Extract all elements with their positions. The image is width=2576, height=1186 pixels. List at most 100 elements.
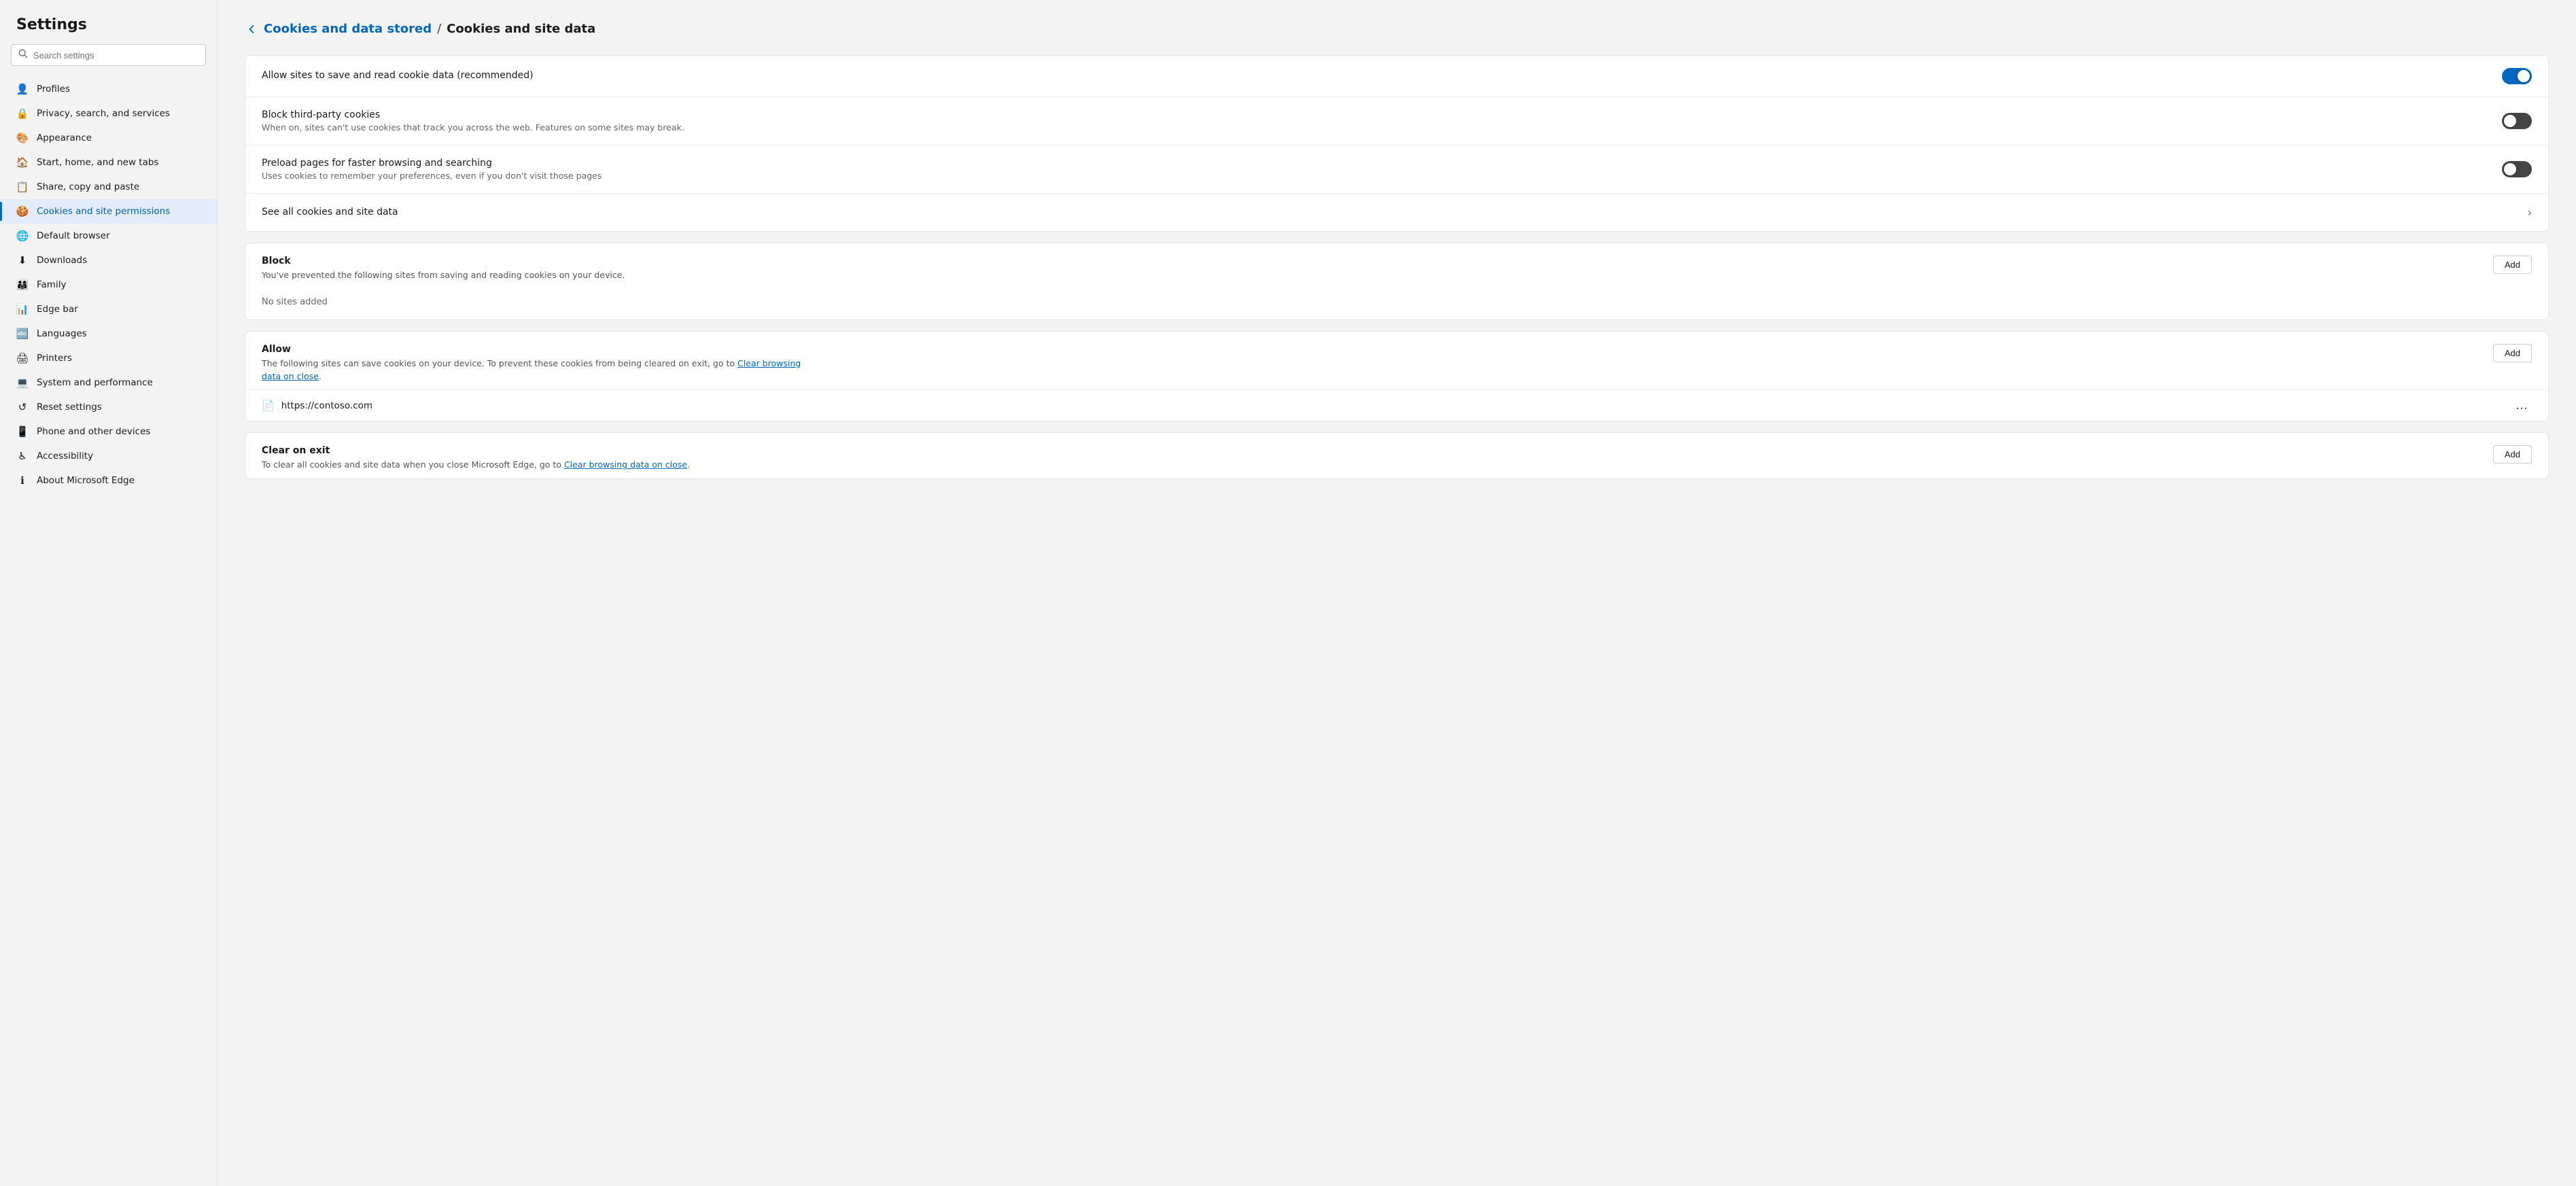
share-icon: 📋 — [16, 181, 29, 193]
setting-desc-preload-pages: Uses cookies to remember your preference… — [262, 171, 2486, 181]
search-box[interactable] — [11, 44, 206, 66]
sidebar-item-about[interactable]: ℹ About Microsoft Edge — [0, 468, 217, 493]
sidebar-item-label-printers: Printers — [37, 353, 72, 364]
breadcrumb-parent-link[interactable]: Cookies and data stored — [264, 22, 432, 36]
sidebar-item-cookies[interactable]: 🍪 Cookies and site permissions — [0, 199, 217, 224]
sidebar-item-label-phone: Phone and other devices — [37, 426, 150, 437]
setting-row-preload-pages: Preload pages for faster browsing and se… — [245, 145, 2548, 194]
clear-section-title: Clear on exit — [262, 445, 690, 456]
cookies-icon: 🍪 — [16, 205, 29, 217]
block-section-card: Block You've prevented the following sit… — [245, 243, 2549, 320]
clear-browsing-link-clear[interactable]: Clear browsing data on close — [564, 459, 687, 470]
site-row: 📄 https://contoso.com … — [245, 389, 2548, 421]
languages-icon: 🔤 — [16, 328, 29, 340]
sidebar-item-label-system: System and performance — [37, 377, 153, 388]
clear-section-info: Clear on exit To clear all cookies and s… — [262, 445, 690, 472]
block-add-button[interactable]: Add — [2493, 256, 2532, 274]
clear-add-button[interactable]: Add — [2493, 445, 2532, 464]
site-url: https://contoso.com — [281, 400, 2505, 411]
sidebar-item-label-languages: Languages — [37, 328, 87, 339]
block-section-title: Block — [262, 256, 625, 266]
sidebar-item-phone[interactable]: 📱 Phone and other devices — [0, 419, 217, 444]
sidebar-item-profiles[interactable]: 👤 Profiles — [0, 77, 217, 101]
default-browser-icon: 🌐 — [16, 230, 29, 242]
breadcrumb-back-button[interactable] — [245, 22, 258, 36]
setting-row-allow-cookies: Allow sites to save and read cookie data… — [245, 56, 2548, 97]
sidebar-item-system[interactable]: 💻 System and performance — [0, 370, 217, 395]
setting-label-see-all: See all cookies and site data — [262, 207, 2511, 217]
family-icon: 👨‍👩‍👧 — [16, 279, 29, 291]
phone-icon: 📱 — [16, 425, 29, 438]
allow-section-header: Allow The following sites can save cooki… — [245, 332, 2548, 390]
setting-label-allow-cookies: Allow sites to save and read cookie data… — [262, 70, 2486, 81]
sidebar-title: Settings — [0, 16, 217, 44]
sidebar-item-label-appearance: Appearance — [37, 133, 92, 143]
sidebar-item-label-cookies: Cookies and site permissions — [37, 206, 170, 217]
breadcrumb: Cookies and data stored / Cookies and si… — [245, 22, 2549, 36]
printers-icon: 🖨 — [16, 352, 29, 364]
edge-bar-icon: 📊 — [16, 303, 29, 315]
sidebar-item-label-downloads: Downloads — [37, 255, 87, 266]
sidebar-item-printers[interactable]: 🖨 Printers — [0, 346, 217, 370]
sidebar-item-label-profiles: Profiles — [37, 84, 70, 94]
toggle-track-allow-cookies — [2502, 68, 2532, 84]
allow-add-button[interactable]: Add — [2493, 344, 2532, 362]
sidebar-item-accessibility[interactable]: ♿ Accessibility — [0, 444, 217, 468]
clear-section-desc: To clear all cookies and site data when … — [262, 459, 690, 472]
allow-section-card: Allow The following sites can save cooki… — [245, 331, 2549, 422]
sidebar-item-label-default-browser: Default browser — [37, 230, 110, 241]
toggle-thumb-block-third-party — [2504, 115, 2516, 127]
sidebar-item-share[interactable]: 📋 Share, copy and paste — [0, 175, 217, 199]
profiles-icon: 👤 — [16, 83, 29, 95]
sidebar-item-label-family: Family — [37, 279, 66, 290]
setting-row-see-all[interactable]: See all cookies and site data › — [245, 194, 2548, 231]
sidebar-item-label-reset: Reset settings — [37, 402, 102, 413]
nav-items: 👤 Profiles 🔒 Privacy, search, and servic… — [0, 77, 217, 493]
appearance-icon: 🎨 — [16, 132, 29, 144]
sidebar-item-appearance[interactable]: 🎨 Appearance — [0, 126, 217, 150]
main-content: Cookies and data stored / Cookies and si… — [217, 0, 2576, 1186]
sidebar-item-privacy[interactable]: 🔒 Privacy, search, and services — [0, 101, 217, 126]
search-icon — [18, 49, 28, 61]
allow-section-title: Allow — [262, 344, 819, 355]
sidebar-item-default-browser[interactable]: 🌐 Default browser — [0, 224, 217, 248]
about-icon: ℹ — [16, 474, 29, 487]
sidebar-item-label-edge-bar: Edge bar — [37, 304, 78, 315]
toggle-allow-cookies[interactable] — [2502, 68, 2532, 84]
clear-browsing-link-allow[interactable]: Clear browsing data on close — [262, 358, 801, 381]
toggle-block-third-party[interactable] — [2502, 113, 2532, 129]
setting-content-block-third-party: Block third-party cookies When on, sites… — [262, 109, 2502, 133]
setting-desc-block-third-party: When on, sites can't use cookies that tr… — [262, 122, 2486, 133]
setting-content-preload-pages: Preload pages for faster browsing and se… — [262, 158, 2502, 181]
toggle-thumb-preload-pages — [2504, 163, 2516, 175]
block-empty-state: No sites added — [245, 289, 2548, 319]
sidebar-item-reset[interactable]: ↺ Reset settings — [0, 395, 217, 419]
sidebar-item-edge-bar[interactable]: 📊 Edge bar — [0, 297, 217, 321]
cookies-settings-card: Allow sites to save and read cookie data… — [245, 55, 2549, 232]
sidebar-item-label-accessibility: Accessibility — [37, 451, 93, 461]
start-home-icon: 🏠 — [16, 156, 29, 169]
sidebar-item-languages[interactable]: 🔤 Languages — [0, 321, 217, 346]
sidebar-item-start-home[interactable]: 🏠 Start, home, and new tabs — [0, 150, 217, 175]
breadcrumb-current-page: Cookies and site data — [447, 22, 595, 36]
toggle-track-preload-pages — [2502, 161, 2532, 177]
allow-section-info: Allow The following sites can save cooki… — [262, 344, 819, 383]
block-section-info: Block You've prevented the following sit… — [262, 256, 625, 282]
sidebar-item-label-privacy: Privacy, search, and services — [37, 108, 170, 119]
setting-content-allow-cookies: Allow sites to save and read cookie data… — [262, 70, 2502, 82]
reset-icon: ↺ — [16, 401, 29, 413]
sidebar-item-family[interactable]: 👨‍👩‍👧 Family — [0, 273, 217, 297]
accessibility-icon: ♿ — [16, 450, 29, 462]
setting-content-see-all: See all cookies and site data — [262, 207, 2528, 219]
toggle-track-block-third-party — [2502, 113, 2532, 129]
sidebar: Settings 👤 Profiles 🔒 Privacy, search, a… — [0, 0, 217, 1186]
sidebar-item-downloads[interactable]: ⬇ Downloads — [0, 248, 217, 273]
setting-label-block-third-party: Block third-party cookies — [262, 109, 2486, 120]
downloads-icon: ⬇ — [16, 254, 29, 266]
block-section-desc: You've prevented the following sites fro… — [262, 269, 625, 282]
search-box-wrap — [0, 44, 217, 77]
toggle-preload-pages[interactable] — [2502, 161, 2532, 177]
search-input[interactable] — [33, 50, 198, 60]
site-more-button[interactable]: … — [2511, 397, 2532, 414]
setting-label-preload-pages: Preload pages for faster browsing and se… — [262, 158, 2486, 169]
